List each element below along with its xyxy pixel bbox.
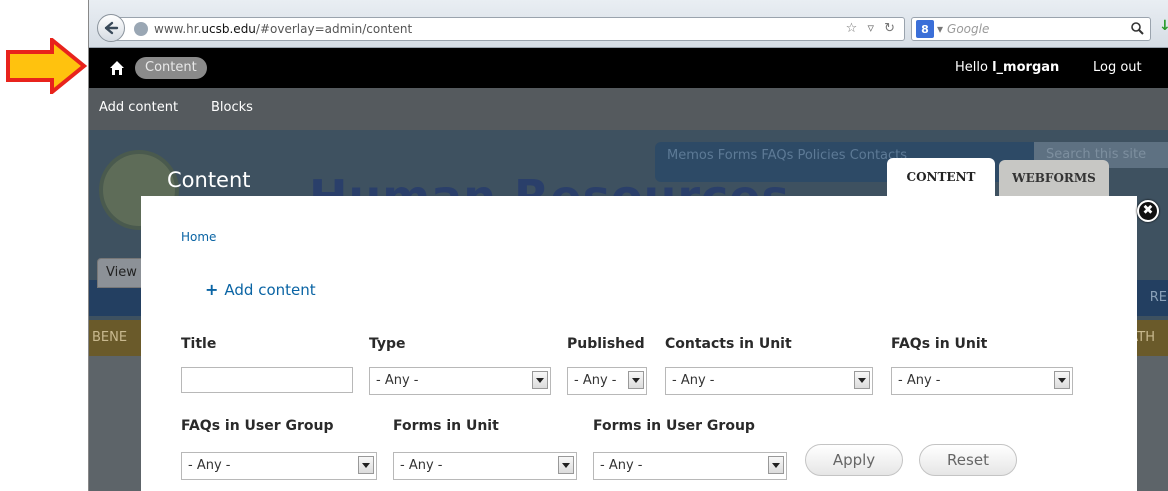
apply-button[interactable]: Apply xyxy=(805,444,903,476)
shortcut-blocks[interactable]: Blocks xyxy=(211,100,253,115)
tab-content[interactable]: CONTENT xyxy=(887,158,995,196)
chevron-down-icon: ▾ xyxy=(937,22,944,36)
download-icon[interactable]: ↓ xyxy=(1159,18,1168,34)
filter-type-label: Type xyxy=(369,336,406,352)
forms-unit-select-value: - Any - xyxy=(400,458,443,473)
forms-group-select[interactable]: - Any - xyxy=(593,452,787,480)
add-content-link[interactable]: + Add content xyxy=(205,280,316,299)
filter-faqs-unit-label: FAQs in Unit xyxy=(891,336,988,352)
admin-toolbar: Content Hello l_morgan Log out xyxy=(89,48,1168,88)
url-text: www.hr.ucsb.edu/#overlay=admin/content xyxy=(154,22,413,36)
url-field[interactable]: www.hr.ucsb.edu/#overlay=admin/content ☆… xyxy=(117,17,905,41)
title-input[interactable] xyxy=(181,367,353,393)
magnifier-icon[interactable] xyxy=(1130,21,1144,35)
type-select[interactable]: - Any - xyxy=(369,367,551,395)
search-engine-icon[interactable]: 8 xyxy=(916,20,934,38)
back-arrow-icon xyxy=(104,21,119,35)
filter-forms-group-label: Forms in User Group xyxy=(593,418,755,434)
band-text: RE xyxy=(1149,290,1167,305)
filter-faqs-group-label: FAQs in User Group xyxy=(181,418,334,434)
add-content-label: Add content xyxy=(224,280,316,299)
filter-title-label: Title xyxy=(181,336,217,352)
star-reload-icons[interactable]: ☆ ▿ ↻ xyxy=(846,21,898,36)
breadcrumb-home[interactable]: Home xyxy=(181,230,216,244)
published-select-value: - Any - xyxy=(574,373,617,388)
plus-icon: + xyxy=(205,280,219,299)
dropdown-arrow-icon xyxy=(558,456,574,474)
band-text-left: BENE xyxy=(92,330,128,345)
filter-published-label: Published xyxy=(567,336,645,352)
dropdown-arrow-icon xyxy=(358,456,374,474)
toolbar-item-content[interactable]: Content xyxy=(135,57,207,79)
user-greeting: Hello l_morgan xyxy=(955,60,1060,75)
dropdown-arrow-icon xyxy=(768,456,784,474)
forms-group-select-value: - Any - xyxy=(600,458,643,473)
contacts-select-value: - Any - xyxy=(672,373,715,388)
tab-webforms[interactable]: WEBFORMS xyxy=(999,160,1109,196)
logout-link[interactable]: Log out xyxy=(1093,60,1142,75)
filter-contacts-label: Contacts in Unit xyxy=(665,336,792,352)
shortcuts-bar: Add content Blocks xyxy=(89,88,1168,130)
close-icon[interactable]: ✖ xyxy=(1137,200,1159,222)
search-placeholder: Google xyxy=(947,22,990,36)
overlay-title: Content xyxy=(167,168,251,192)
browser-window: www.hr.ucsb.edu/#overlay=admin/content ☆… xyxy=(88,0,1168,491)
username-link[interactable]: l_morgan xyxy=(992,60,1059,75)
faqs-unit-select[interactable]: - Any - xyxy=(891,367,1073,395)
filter-forms-unit-label: Forms in Unit xyxy=(393,418,499,434)
type-select-value: - Any - xyxy=(376,373,419,388)
home-icon[interactable] xyxy=(109,60,125,76)
contacts-select[interactable]: - Any - xyxy=(665,367,873,395)
navigation-bar: www.hr.ucsb.edu/#overlay=admin/content ☆… xyxy=(89,0,1168,48)
overlay-panel: Home + Add content Title Type - Any - Pu… xyxy=(141,196,1137,491)
shortcut-add-content[interactable]: Add content xyxy=(99,100,178,115)
dropdown-arrow-icon xyxy=(1054,371,1070,389)
faqs-group-select[interactable]: - Any - xyxy=(181,452,377,480)
faqs-unit-select-value: - Any - xyxy=(898,373,941,388)
dropdown-arrow-icon xyxy=(532,371,548,389)
reset-button[interactable]: Reset xyxy=(919,444,1017,476)
faqs-group-select-value: - Any - xyxy=(188,458,231,473)
globe-icon xyxy=(134,22,148,36)
dropdown-arrow-icon xyxy=(628,371,644,389)
arrow-right-icon xyxy=(6,38,88,94)
search-bar[interactable]: 8 ▾ Google xyxy=(911,17,1151,41)
back-button[interactable] xyxy=(97,14,125,42)
published-select[interactable]: - Any - xyxy=(567,367,647,395)
dropdown-arrow-icon xyxy=(854,371,870,389)
screenshot: www.hr.ucsb.edu/#overlay=admin/content ☆… xyxy=(0,0,1168,491)
forms-unit-select[interactable]: - Any - xyxy=(393,452,577,480)
